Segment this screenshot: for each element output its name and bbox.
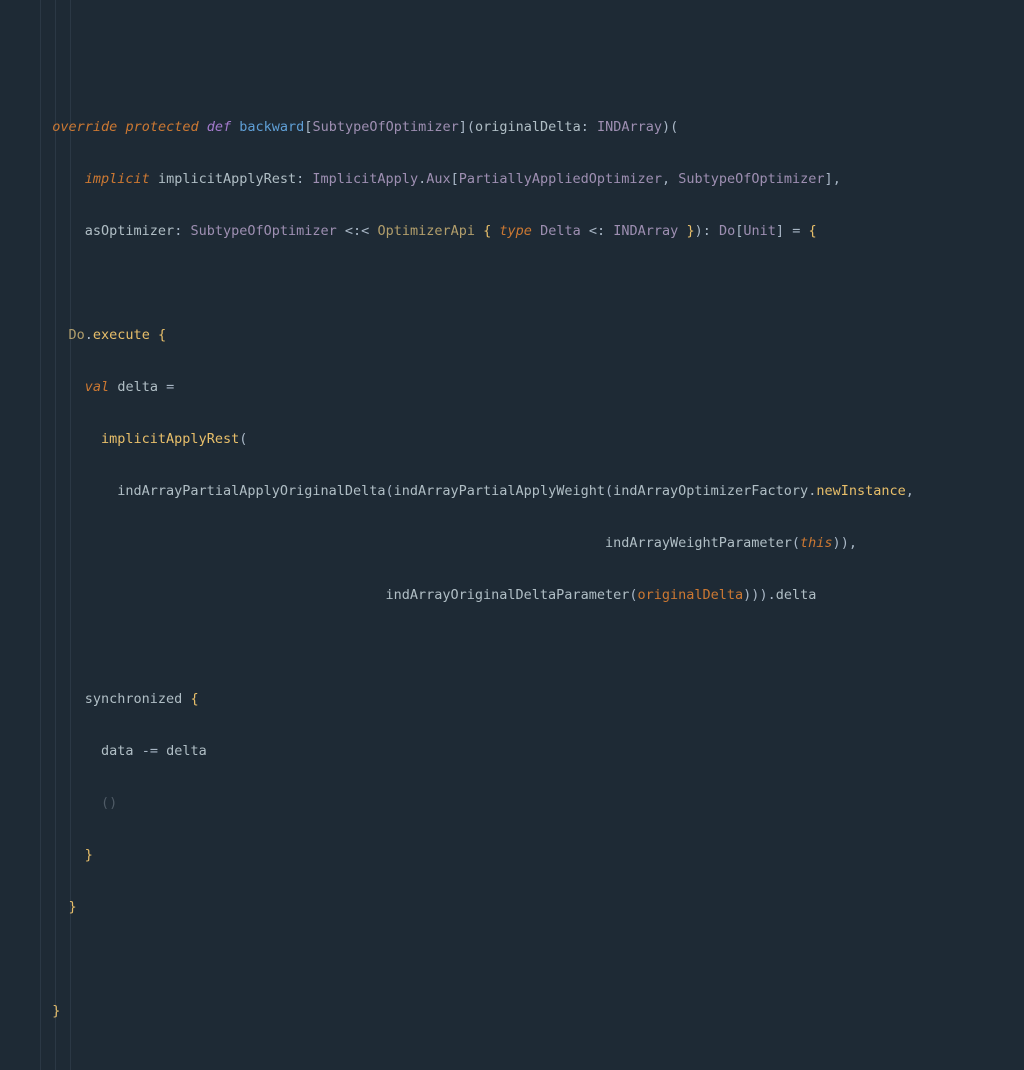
method-call: newInstance: [816, 483, 905, 499]
method-call: indArrayPartialApplyWeight: [394, 483, 605, 499]
identifier: data: [101, 743, 134, 759]
code-line: implicitApplyRest(: [36, 426, 1024, 452]
method-call: implicitApplyRest: [101, 431, 239, 447]
method-call: indArrayOriginalDeltaParameter: [386, 587, 630, 603]
type: Aux: [426, 171, 450, 187]
type: INDArray: [597, 119, 662, 135]
type: SubtypeOfOptimizer: [678, 171, 824, 187]
keyword-protected: protected: [125, 119, 198, 135]
method-call: execute: [93, 327, 150, 343]
code-line: indArrayOriginalDeltaParameter(originalD…: [36, 582, 1024, 608]
code-line: (): [36, 790, 1024, 816]
keyword-type: type: [499, 223, 532, 239]
code-line: asOptimizer: SubtypeOfOptimizer <:< Opti…: [36, 218, 1024, 244]
param-name: originalDelta: [475, 119, 581, 135]
code-line: indArrayPartialApplyOriginalDelta(indArr…: [36, 478, 1024, 504]
method-name: backward: [239, 119, 304, 135]
code-line: synchronized {: [36, 686, 1024, 712]
keyword-implicit: implicit: [85, 171, 150, 187]
method-call: indArrayPartialApplyOriginalDelta: [117, 483, 385, 499]
code-line: [36, 946, 1024, 972]
code-line: [36, 270, 1024, 296]
code-line: Do.execute {: [36, 322, 1024, 348]
type: ImplicitApply: [312, 171, 418, 187]
param-name: implicitApplyRest: [158, 171, 296, 187]
type: OptimizerApi: [377, 223, 475, 239]
code-line: }: [36, 998, 1024, 1024]
unit-literal: (): [101, 795, 117, 811]
type: Do: [719, 223, 735, 239]
type: SubtypeOfOptimizer: [190, 223, 336, 239]
code-line: [36, 634, 1024, 660]
param-name: asOptimizer: [85, 223, 174, 239]
method-call: indArrayWeightParameter: [605, 535, 792, 551]
type: Unit: [743, 223, 776, 239]
operator: <:<: [345, 223, 369, 239]
type: PartiallyAppliedOptimizer: [459, 171, 662, 187]
keyword-override: override: [52, 119, 117, 135]
keyword-val: val: [85, 379, 109, 395]
keyword-this: this: [800, 535, 833, 551]
code-editor[interactable]: override protected def backward[SubtypeO…: [0, 0, 1024, 1070]
code-line: }: [36, 842, 1024, 868]
code-line: implicit implicitApplyRest: ImplicitAppl…: [36, 166, 1024, 192]
identifier: indArrayOptimizerFactory: [613, 483, 808, 499]
operator: -=: [142, 743, 158, 759]
type: INDArray: [613, 223, 678, 239]
code-line: }: [36, 894, 1024, 920]
member-access: delta: [776, 587, 817, 603]
code-line: [36, 1050, 1024, 1070]
type: Delta: [540, 223, 581, 239]
keyword-synchronized: synchronized: [85, 691, 183, 707]
code-line: val delta =: [36, 374, 1024, 400]
identifier: delta: [117, 379, 158, 395]
code-line: indArrayWeightParameter(this)),: [36, 530, 1024, 556]
identifier: originalDelta: [637, 587, 743, 603]
identifier: delta: [166, 743, 207, 759]
operator: <:: [589, 223, 605, 239]
type-param: SubtypeOfOptimizer: [312, 119, 458, 135]
code-line: data -= delta: [36, 738, 1024, 764]
keyword-def: def: [207, 119, 231, 135]
code-line: override protected def backward[SubtypeO…: [36, 114, 1024, 140]
